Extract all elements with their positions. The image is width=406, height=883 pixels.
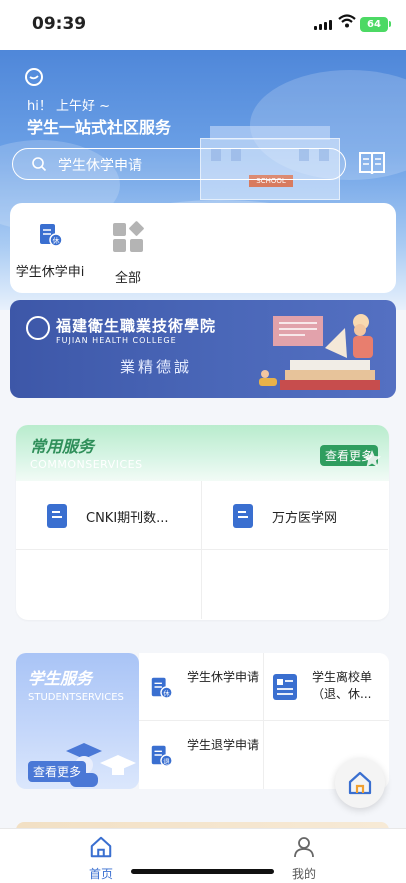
service-item-label: CNKI期刊数... xyxy=(86,511,169,526)
search-placeholder: 学生休学申请 xyxy=(58,158,142,174)
status-time: 09:39 xyxy=(32,14,87,34)
service-item-label: 学生休学申请 xyxy=(187,670,260,684)
college-banner[interactable]: 福建衛生職業技術學院 FUJIAN HEALTH COLLEGE 業精德誠 xyxy=(10,300,396,398)
message-icon[interactable] xyxy=(24,67,44,87)
svg-text:退: 退 xyxy=(163,756,170,765)
service-item-withdraw-application[interactable]: 退 学生退学申请 xyxy=(139,721,264,789)
common-services-grid: CNKI期刊数... 万方医学网 xyxy=(16,481,389,620)
service-item-label: 学生退学申请 xyxy=(187,738,260,752)
home-indicator[interactable] xyxy=(131,869,274,874)
service-empty-cell xyxy=(202,550,388,619)
home-icon xyxy=(348,771,372,795)
common-services-header: 常用服务 COMMONSERVICES 查看更多 xyxy=(16,425,389,481)
grid-all-icon xyxy=(113,221,144,252)
document-icon xyxy=(47,504,67,528)
section-subtitle: COMMONSERVICES xyxy=(30,458,143,471)
tab-home[interactable]: 首页 xyxy=(71,835,131,882)
service-empty-cell xyxy=(16,550,202,619)
college-name-cn: 福建衛生職業技術學院 xyxy=(56,317,217,335)
search-input[interactable]: 学生休学申请 xyxy=(12,148,346,180)
tab-mine[interactable]: 我的 xyxy=(274,835,334,882)
form-icon xyxy=(273,674,297,700)
status-bar: 09:39 64 xyxy=(0,0,406,50)
service-item-leave-application[interactable]: 休 学生休学申请 xyxy=(139,653,264,721)
greeting-text: hi！ 上午好 ~ xyxy=(27,99,111,114)
battery-tip xyxy=(389,21,391,27)
open-book-icon[interactable] xyxy=(358,150,386,176)
college-motto: 業精德誠 xyxy=(120,358,193,376)
quick-link-leave-application[interactable]: 休 学生休学申i xyxy=(10,221,90,280)
quick-link-label: 全部 xyxy=(114,271,141,286)
section-subtitle: STUDENTSERVICES xyxy=(28,692,124,703)
svg-text:休: 休 xyxy=(53,236,60,245)
student-services-header: 学生服务 STUDENTSERVICES 查看更多 xyxy=(16,653,139,789)
service-item-cnki[interactable]: CNKI期刊数... xyxy=(16,481,202,550)
wifi-icon xyxy=(338,14,356,28)
view-more-button[interactable]: 查看更多 xyxy=(28,761,87,782)
floating-home-button[interactable] xyxy=(335,758,385,808)
section-title: 常用服务 xyxy=(30,437,95,456)
bottom-tab-bar: 首页 我的 xyxy=(0,828,406,883)
college-name-en: FUJIAN HEALTH COLLEGE xyxy=(56,336,177,345)
section-title: 学生服务 xyxy=(28,669,93,688)
user-icon xyxy=(294,837,314,858)
battery-icon: 64 xyxy=(360,17,388,32)
svg-text:休: 休 xyxy=(163,688,170,697)
cellular-signal-icon xyxy=(314,20,332,30)
search-icon xyxy=(32,157,47,172)
service-item-label: 学生离校单（退、休... xyxy=(312,670,373,701)
star-icon xyxy=(363,450,381,467)
tab-label: 首页 xyxy=(88,867,113,881)
document-icon xyxy=(233,504,253,528)
quick-link-label: 学生休学申i xyxy=(15,265,85,280)
service-item-wanfang[interactable]: 万方医学网 xyxy=(202,481,388,550)
leave-doc-icon: 休 xyxy=(151,677,173,699)
student-services-card: 学生服务 STUDENTSERVICES 查看更多 休 学生休学申请 学生离校单… xyxy=(16,653,389,789)
page-title: 学生一站式社区服务 xyxy=(27,118,172,137)
common-services-card: 常用服务 COMMONSERVICES 查看更多 CNKI期刊数... 万方医学… xyxy=(16,425,389,620)
leave-doc-icon: 休 xyxy=(40,224,63,247)
quick-link-all[interactable]: 全部 xyxy=(88,221,168,286)
service-item-label: 万方医学网 xyxy=(272,511,338,526)
withdraw-doc-icon: 退 xyxy=(151,745,173,767)
home-icon xyxy=(90,836,112,858)
quick-links-card: 休 学生休学申i 全部 xyxy=(10,203,396,293)
service-item-leave-school-form[interactable]: 学生离校单（退、休... xyxy=(264,653,389,721)
college-emblem-icon xyxy=(26,316,50,340)
tab-label: 我的 xyxy=(291,867,316,881)
reading-illustration xyxy=(259,316,380,390)
